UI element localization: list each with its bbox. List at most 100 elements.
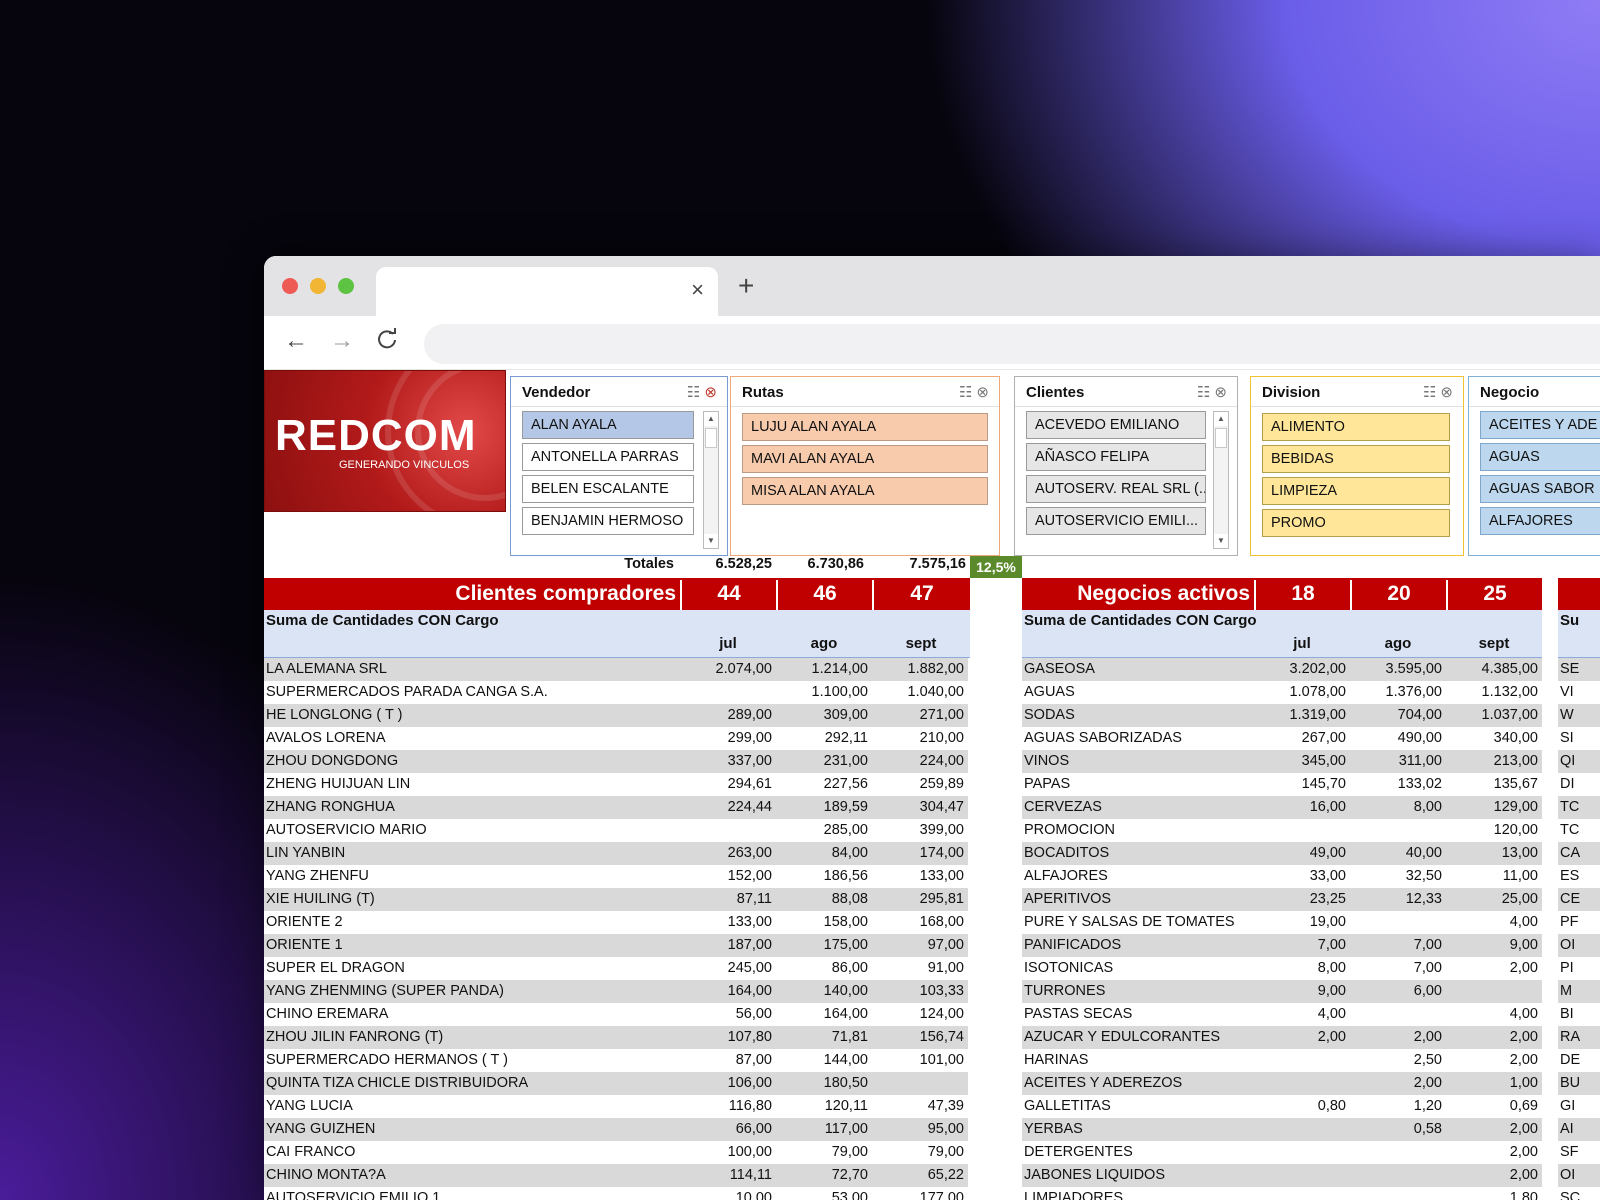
row-value: 116,80 <box>728 1098 772 1114</box>
multiselect-filter-icons[interactable]: ☷ ⊗ <box>1197 383 1227 401</box>
slicer-scrollbar[interactable]: ▲ ▼ <box>703 411 719 549</box>
row-value: 13,00 <box>1501 845 1538 861</box>
row-value: 114,11 <box>729 1167 772 1183</box>
slicer-item-division[interactable]: LIMPIEZA <box>1262 477 1450 505</box>
slicer-item-negocio[interactable]: ALFAJORES <box>1480 507 1600 535</box>
row-label: DETERGENTES <box>1024 1144 1133 1160</box>
table-row: BI <box>1558 1003 1600 1026</box>
slicer-item-clientes[interactable]: AÑASCO FELIPA <box>1026 443 1206 471</box>
slicer-item-vendedor[interactable]: ANTONELLA PARRAS <box>522 443 694 471</box>
table-row: YERBAS 0,58 2,00 <box>1022 1118 1542 1141</box>
row-value: 66,00 <box>735 1121 772 1137</box>
browser-tab[interactable]: × <box>376 267 718 316</box>
table-row: HARINAS 2,50 2,00 <box>1022 1049 1542 1072</box>
reload-icon[interactable] <box>376 328 398 356</box>
table-row: YANG ZHENMING (SUPER PANDA) 164,00 140,00 1… <box>264 980 968 1003</box>
row-value: 294,61 <box>727 776 772 792</box>
close-window-button[interactable] <box>282 278 298 294</box>
suma-label: Suma de Cantidades CON Cargo <box>1024 612 1257 629</box>
slicer-item-rutas[interactable]: MISA ALAN AYALA <box>742 477 988 505</box>
address-bar[interactable] <box>424 324 1600 364</box>
table-row: SUPERMERCADO HERMANOS ( T ) 87,00 144,00 10… <box>264 1049 968 1072</box>
row-label: XIE HUILING (T) <box>266 891 375 907</box>
row-label: PASTAS SECAS <box>1024 1006 1133 1022</box>
table-row: HE LONGLONG ( T ) 289,00 309,00 271,00 <box>264 704 968 727</box>
row-value: 19,00 <box>1309 914 1346 930</box>
row-label: TURRONES <box>1024 983 1106 999</box>
slicer-item-vendedor[interactable]: BENJAMIN HERMOSO <box>522 507 694 535</box>
row-value: 3.202,00 <box>1289 661 1346 677</box>
row-label: PI <box>1560 960 1574 976</box>
row-label: LIMPIADORES <box>1024 1190 1124 1200</box>
row-label: APERITIVOS <box>1024 891 1112 907</box>
slicer-item-rutas[interactable]: LUJU ALAN AYALA <box>742 413 988 441</box>
row-value: 16,00 <box>1309 799 1346 815</box>
slicer-item-division[interactable]: ALIMENTO <box>1262 413 1450 441</box>
row-label: SI <box>1560 730 1574 746</box>
multiselect-filter-icons[interactable]: ☷ ⊗ <box>959 383 989 401</box>
row-value: 1,00 <box>1509 1075 1538 1091</box>
table-row: SI <box>1558 727 1600 750</box>
row-value: 1.319,00 <box>1289 707 1346 723</box>
row-label: AZUCAR Y EDULCORANTES <box>1024 1029 1221 1045</box>
table-row: PASTAS SECAS 4,00 4,00 <box>1022 1003 1542 1026</box>
multiselect-filter-icons[interactable]: ☷ ⊗ <box>1423 383 1453 401</box>
slicer-item-division[interactable]: PROMO <box>1262 509 1450 537</box>
row-value: 10,00 <box>735 1190 772 1200</box>
slicer-item-clientes[interactable]: AUTOSERVICIO EMILI... <box>1026 507 1206 535</box>
spreadsheet: REDCOM GENERANDO VINCULOS Vendedor ☷ ⊗ ▲… <box>264 370 1600 1200</box>
slicer-item-vendedor[interactable]: BELEN ESCALANTE <box>522 475 694 503</box>
row-value: 133,02 <box>1397 776 1442 792</box>
logo-tagline: GENERANDO VINCULOS <box>339 459 470 471</box>
suma-label: Suma de Cantidades CON Cargo <box>266 612 499 629</box>
slicer-item-clientes[interactable]: AUTOSERV. REAL SRL (... <box>1026 475 1206 503</box>
row-label: ZHOU DONGDONG <box>266 753 399 769</box>
table-row: PF <box>1558 911 1600 934</box>
row-label: QI <box>1560 753 1576 769</box>
row-label: SUPER EL DRAGON <box>266 960 405 976</box>
row-label: M <box>1560 983 1573 999</box>
forward-arrow-icon[interactable]: → <box>330 328 354 354</box>
row-label: QUINTA TIZA CHICLE DISTRIBUIDORA <box>266 1075 529 1091</box>
row-label: SUPERMERCADO HERMANOS ( T ) <box>266 1052 508 1068</box>
minimize-window-button[interactable] <box>310 278 326 294</box>
totales-jul: 6.528,25 <box>715 556 772 572</box>
back-arrow-icon[interactable]: ← <box>284 328 308 354</box>
row-value: 187,00 <box>727 937 772 953</box>
count-ago: 46 <box>776 580 872 612</box>
row-label: BU <box>1560 1075 1581 1091</box>
slicer-item-negocio[interactable]: ACEITES Y ADE <box>1480 411 1600 439</box>
slicer-item-negocio[interactable]: AGUAS <box>1480 443 1600 471</box>
row-label: SF <box>1560 1144 1579 1160</box>
maximize-window-button[interactable] <box>338 278 354 294</box>
row-label: PANIFICADOS <box>1024 937 1122 953</box>
table-row: PANIFICADOS 7,00 7,00 9,00 <box>1022 934 1542 957</box>
row-value: 103,33 <box>919 983 964 999</box>
table-row: LIMPIADORES 1,80 <box>1022 1187 1542 1200</box>
slicer-item-rutas[interactable]: MAVI ALAN AYALA <box>742 445 988 473</box>
row-value: 65,22 <box>927 1167 964 1183</box>
row-value: 2,00 <box>1317 1029 1346 1045</box>
close-tab-icon[interactable]: × <box>691 279 704 301</box>
new-tab-button[interactable]: + <box>738 272 754 300</box>
slicer-item-clientes[interactable]: ACEVEDO EMILIANO <box>1026 411 1206 439</box>
slicer-scrollbar[interactable]: ▲ ▼ <box>1213 411 1229 549</box>
slicer-item-vendedor[interactable]: ALAN AYALA <box>522 411 694 439</box>
slicer-item-division[interactable]: BEBIDAS <box>1262 445 1450 473</box>
table-row: OI <box>1558 1164 1600 1187</box>
row-value: 231,00 <box>823 753 868 769</box>
multiselect-filter-icons[interactable]: ☷ ⊗ <box>687 383 717 401</box>
row-value: 1.040,00 <box>907 684 964 700</box>
row-label: LIN YANBIN <box>266 845 346 861</box>
slicer-item-negocio[interactable]: AGUAS SABOR <box>1480 475 1600 503</box>
table-row: AGUAS 1.078,00 1.376,00 1.132,00 <box>1022 681 1542 704</box>
row-label: CERVEZAS <box>1024 799 1102 815</box>
row-value: 340,00 <box>1493 730 1538 746</box>
row-label: CE <box>1560 891 1581 907</box>
row-value: 144,00 <box>823 1052 868 1068</box>
table-row: AZUCAR Y EDULCORANTES 2,00 2,00 2,00 <box>1022 1026 1542 1049</box>
row-value: 2.074,00 <box>715 661 772 677</box>
table-row: TC <box>1558 819 1600 842</box>
row-value: 2,00 <box>1413 1029 1442 1045</box>
row-value: 91,00 <box>927 960 964 976</box>
